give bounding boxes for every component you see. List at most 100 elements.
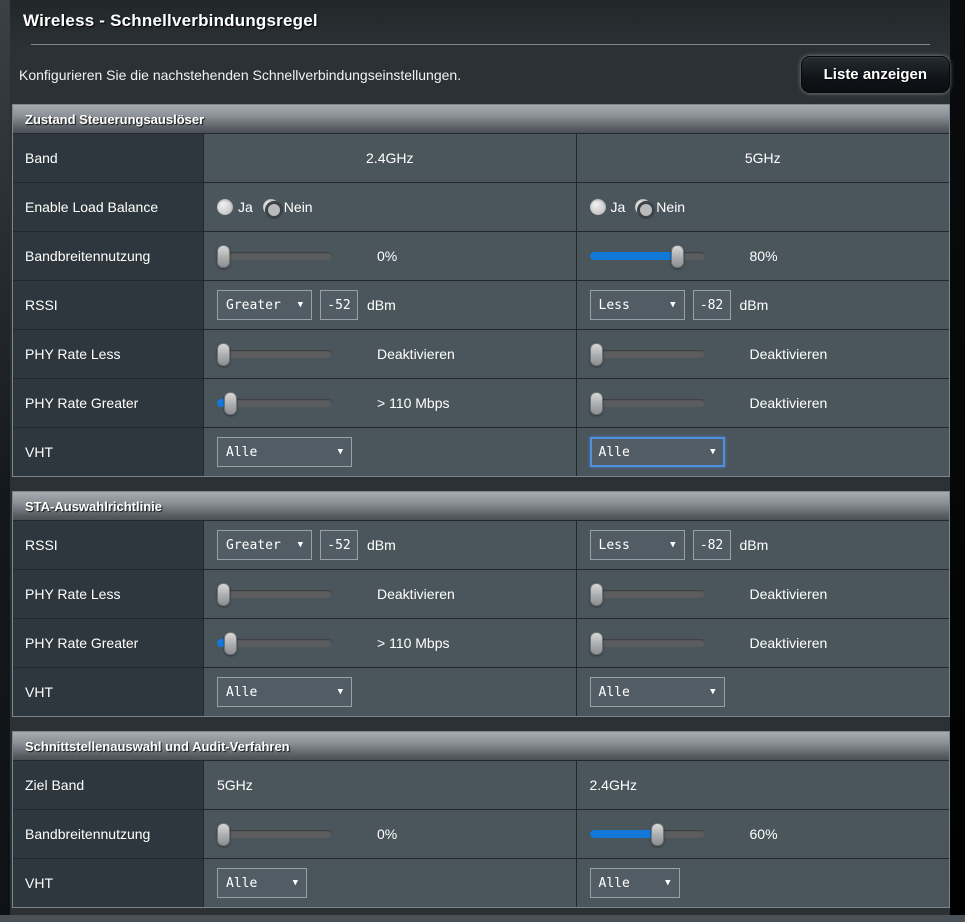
- slider-value-label: Deaktivieren: [377, 346, 455, 362]
- description-bar: Konfigurieren Sie die nachstehenden Schn…: [10, 45, 950, 104]
- row-label: Bandbreitennutzung: [13, 232, 204, 280]
- sta-phy-greater-5-cell: Deaktivieren: [577, 619, 950, 667]
- sta-rssi-operator-select-24[interactable]: Greater ▼: [217, 530, 312, 560]
- slider-track[interactable]: [590, 350, 705, 358]
- slider-value-label: Deaktivieren: [377, 586, 455, 602]
- slider-track[interactable]: [590, 399, 705, 407]
- slider-thumb[interactable]: [671, 245, 684, 268]
- load-balance-nein-radio-5[interactable]: [635, 199, 651, 215]
- rssi-24-cell: Greater ▼ dBm: [204, 281, 577, 329]
- vht-select-5[interactable]: Alle ▼: [590, 437, 725, 467]
- slider-thumb[interactable]: [217, 583, 230, 606]
- slider-value-label: Deaktivieren: [750, 635, 828, 651]
- slider-thumb[interactable]: [217, 245, 230, 268]
- audit-vht-2-cell: Alle ▼: [577, 859, 950, 907]
- slider-track[interactable]: [217, 350, 332, 358]
- load-balance-ja-radio-24[interactable]: [217, 199, 233, 215]
- load-balance-24-cell: Ja Nein: [204, 183, 577, 231]
- slider-thumb[interactable]: [590, 392, 603, 415]
- audit-vht-1-cell: Alle ▼: [204, 859, 577, 907]
- chevron-down-icon: ▼: [710, 447, 715, 457]
- load-balance-nein-radio-24[interactable]: [263, 199, 279, 215]
- section-header: Schnittstellenauswahl und Audit-Verfahre…: [13, 732, 949, 761]
- vht-select-24[interactable]: Alle ▼: [217, 437, 352, 467]
- slider-track[interactable]: [590, 639, 705, 647]
- select-value: Alle: [599, 685, 630, 700]
- slider-thumb[interactable]: [217, 343, 230, 366]
- rssi-operator-select-24[interactable]: Greater ▼: [217, 290, 312, 320]
- slider-track[interactable]: [590, 830, 705, 838]
- table-row: PHY Rate Less Deaktivieren Deaktivieren: [13, 570, 949, 619]
- audit-vht-select-2[interactable]: Alle ▼: [590, 868, 680, 898]
- radio-option-label: Nein: [656, 199, 685, 215]
- select-value: Alle: [599, 445, 630, 460]
- sta-phy-less-slider-24[interactable]: [217, 582, 332, 606]
- slider-track[interactable]: [217, 252, 332, 260]
- slider-track[interactable]: [590, 590, 705, 598]
- slider-thumb[interactable]: [224, 392, 237, 415]
- row-label: VHT: [13, 668, 204, 716]
- select-value: Alle: [226, 685, 257, 700]
- sta-vht-select-24[interactable]: Alle ▼: [217, 677, 352, 707]
- target-band-1-cell: 5GHz: [204, 761, 577, 809]
- select-value: Less: [599, 538, 630, 553]
- title-bar: Wireless - Schnellverbindungsregel: [10, 0, 950, 45]
- audit-bandwidth-slider-2[interactable]: [590, 822, 705, 846]
- bandwidth-24-cell: 0%: [204, 232, 577, 280]
- phy-less-slider-24[interactable]: [217, 342, 332, 366]
- sta-rssi-operator-select-5[interactable]: Less ▼: [590, 530, 685, 560]
- sta-phy-greater-slider-24[interactable]: [217, 631, 332, 655]
- table-row: VHT Alle ▼ Alle ▼: [13, 668, 949, 716]
- row-label: PHY Rate Greater: [13, 379, 204, 427]
- slider-thumb[interactable]: [590, 583, 603, 606]
- radio-option-label: Nein: [284, 199, 313, 215]
- select-value: Alle: [226, 876, 257, 891]
- audit-vht-select-1[interactable]: Alle ▼: [217, 868, 307, 898]
- slider-track[interactable]: [590, 252, 705, 260]
- sta-rssi-value-input-5[interactable]: [693, 530, 731, 560]
- vht-5-cell: Alle ▼: [577, 428, 950, 476]
- slider-track[interactable]: [217, 830, 332, 838]
- row-label: Band: [13, 134, 204, 182]
- audit-bandwidth-slider-1[interactable]: [217, 822, 332, 846]
- sta-phy-less-slider-5[interactable]: [590, 582, 705, 606]
- audit-bandwidth-1-cell: 0%: [204, 810, 577, 858]
- slider-track[interactable]: [217, 590, 332, 598]
- row-label: RSSI: [13, 281, 204, 329]
- bandwidth-5-cell: 80%: [577, 232, 950, 280]
- show-list-button[interactable]: Liste anzeigen: [801, 56, 950, 93]
- row-label: Bandbreitennutzung: [13, 810, 204, 858]
- sta-vht-select-5[interactable]: Alle ▼: [590, 677, 725, 707]
- radio-option-label: Ja: [238, 199, 253, 215]
- phy-greater-slider-5[interactable]: [590, 391, 705, 415]
- slider-thumb[interactable]: [651, 823, 664, 846]
- section-header: Zustand Steuerungsauslöser: [13, 105, 949, 134]
- rssi-operator-select-5[interactable]: Less ▼: [590, 290, 685, 320]
- slider-thumb[interactable]: [590, 632, 603, 655]
- table-row: RSSI Greater ▼ dBm Less ▼ dBm: [13, 521, 949, 570]
- slider-thumb[interactable]: [217, 823, 230, 846]
- slider-value-label: 0%: [377, 248, 397, 264]
- load-balance-ja-radio-5[interactable]: [590, 199, 606, 215]
- page-description: Konfigurieren Sie die nachstehenden Schn…: [19, 67, 461, 83]
- sta-rssi-value-input-24[interactable]: [320, 530, 358, 560]
- slider-thumb[interactable]: [590, 343, 603, 366]
- slider-thumb[interactable]: [224, 632, 237, 655]
- slider-fill: [590, 252, 682, 260]
- rssi-value-input-5[interactable]: [693, 290, 731, 320]
- sta-rssi-24-cell: Greater ▼ dBm: [204, 521, 577, 569]
- phy-less-slider-5[interactable]: [590, 342, 705, 366]
- phy-greater-slider-24[interactable]: [217, 391, 332, 415]
- row-label: PHY Rate Less: [13, 330, 204, 378]
- vht-24-cell: Alle ▼: [204, 428, 577, 476]
- bandwidth-slider-24[interactable]: [217, 244, 332, 268]
- rssi-value-input-24[interactable]: [320, 290, 358, 320]
- bandwidth-slider-5[interactable]: [590, 244, 705, 268]
- sta-phy-greater-slider-5[interactable]: [590, 631, 705, 655]
- row-label: Enable Load Balance: [13, 183, 204, 231]
- phy-greater-5-cell: Deaktivieren: [577, 379, 950, 427]
- sta-vht-5-cell: Alle ▼: [577, 668, 950, 716]
- table-row: VHT Alle ▼ Alle ▼: [13, 428, 949, 476]
- chevron-down-icon: ▼: [670, 540, 675, 550]
- table-row: VHT Alle ▼ Alle ▼: [13, 859, 949, 907]
